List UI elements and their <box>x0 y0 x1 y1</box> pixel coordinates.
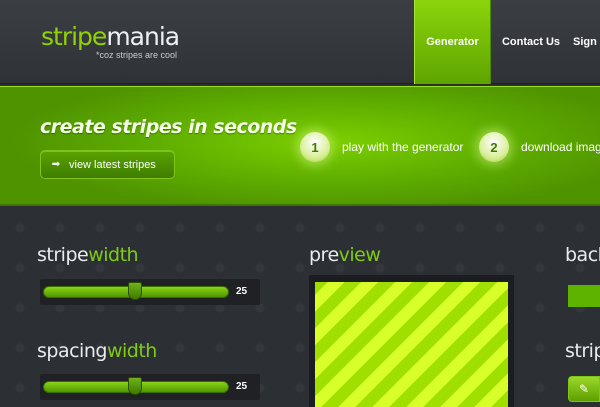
preview-title-part1: pre <box>309 244 339 266</box>
hero-banner: create stripes in seconds ➡ view latest … <box>0 86 600 206</box>
preview-title-part2: view <box>338 244 381 266</box>
background-title-part1: back <box>565 244 600 266</box>
brush-icon: ✎ <box>578 382 590 396</box>
spacing-width-title-part2: width <box>106 340 157 362</box>
tagline: *coz stripes are cool <box>96 50 178 60</box>
spacing-width-title-part1: spacing <box>37 340 107 362</box>
stripe-width-value: 25 <box>236 286 248 297</box>
step-1-number: 1 <box>300 132 330 162</box>
spacing-width-title: spacingwidth <box>37 342 157 361</box>
color-picker-button[interactable]: ✎ <box>568 376 600 402</box>
stripe-color-title: strip <box>565 342 600 361</box>
nav-contact-us[interactable]: Contact Us <box>491 0 571 84</box>
step-2-text: download image <box>521 140 600 154</box>
arrow-right-icon: ➡ <box>51 159 61 170</box>
step-1: 1 play with the generator <box>300 132 463 162</box>
nav-generator[interactable]: Generator <box>414 0 491 84</box>
view-latest-stripes-label: view latest stripes <box>69 158 156 171</box>
main-nav: Generator Contact Us Sign Up <box>414 0 600 84</box>
background-color-swatch[interactable] <box>568 285 600 307</box>
step-2-number: 2 <box>479 132 509 162</box>
stripe-width-title-part1: stripe <box>37 244 89 266</box>
nav-sign-up[interactable]: Sign Up <box>571 0 600 84</box>
step-2: 2 download image <box>479 132 600 162</box>
stripe-width-handle[interactable] <box>128 282 142 300</box>
background-title: back <box>565 246 600 265</box>
spacing-width-value: 25 <box>236 381 248 392</box>
banner-title: create stripes in seconds <box>40 116 297 138</box>
header-bar: stripemania *coz stripes are cool Genera… <box>0 0 600 84</box>
logo-part-mania: mania <box>106 22 180 51</box>
spacing-width-handle[interactable] <box>128 377 142 395</box>
stripe-width-title: stripewidth <box>37 244 139 266</box>
stripe-preview-image <box>315 282 508 407</box>
spacing-width-slider: 25 <box>40 374 260 400</box>
stripe-color-title-part1: strip <box>565 340 600 362</box>
logo-part-stripe: stripe <box>41 22 107 51</box>
stripe-width-slider: 25 <box>40 279 260 305</box>
preview-title: preview <box>309 244 381 266</box>
stripe-width-title-part2: width <box>88 244 139 266</box>
preview-frame <box>309 275 514 407</box>
logo[interactable]: stripemania <box>41 22 180 51</box>
step-1-text: play with the generator <box>342 140 464 154</box>
view-latest-stripes-button[interactable]: ➡ view latest stripes <box>40 150 175 179</box>
